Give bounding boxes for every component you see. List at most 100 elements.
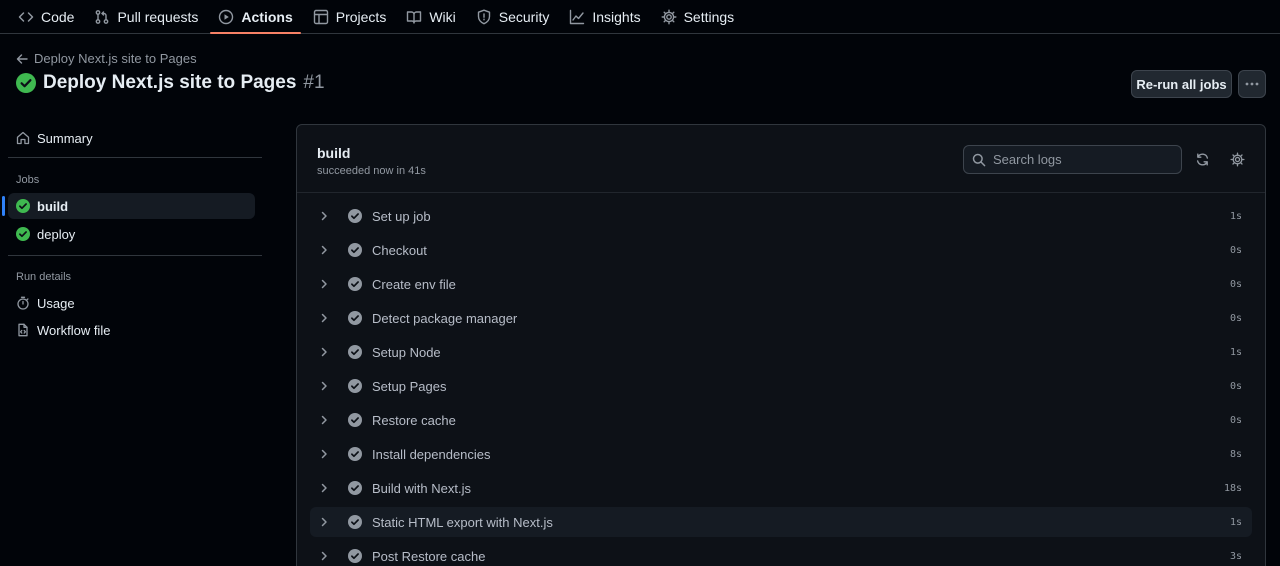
graph-icon — [570, 9, 585, 24]
sync-icon — [1196, 152, 1208, 166]
tab-actions[interactable]: Actions — [208, 0, 302, 34]
tab-pull-requests[interactable]: Pull requests — [84, 0, 208, 33]
tab-security-label: Security — [498, 8, 550, 25]
book-icon — [407, 10, 422, 24]
step-duration: 0s — [1229, 278, 1242, 290]
gear-icon — [661, 9, 677, 24]
file-code-icon — [18, 323, 28, 337]
sidebar-item-summary[interactable]: Summary — [8, 125, 255, 151]
check-circle-fill-icon — [16, 73, 36, 93]
git-pull-request-icon — [96, 9, 109, 24]
step-name: Setup Node — [372, 344, 441, 360]
step-duration: 0s — [1229, 380, 1242, 392]
sidebar-divider — [8, 255, 262, 256]
tab-actions-label: Actions — [241, 8, 293, 25]
chevron-right-icon — [321, 211, 327, 221]
search-icon — [972, 153, 986, 166]
step-row[interactable]: Setup Pages 0s — [310, 371, 1252, 401]
kebab-horizontal-icon — [1245, 82, 1259, 86]
sidebar-item-workflow-file[interactable]: Workflow file — [8, 317, 255, 343]
tab-code[interactable]: Code — [8, 0, 84, 33]
job-name: build — [317, 145, 351, 161]
chevron-right-icon — [321, 449, 327, 459]
step-row[interactable]: Create env file 0s — [310, 269, 1252, 299]
back-link[interactable]: Deploy Next.js site to Pages — [16, 51, 197, 66]
sidebar-item-label: build — [37, 198, 69, 214]
step-row[interactable]: Checkout 0s — [310, 235, 1252, 265]
step-duration: 8s — [1229, 448, 1242, 460]
step-row[interactable]: Restore cache 0s — [310, 405, 1252, 435]
step-duration: 1s — [1229, 346, 1242, 358]
check-circle-fill-icon — [348, 481, 362, 495]
step-row[interactable]: Post Restore cache 3s — [310, 541, 1252, 566]
rerun-all-jobs-button[interactable]: Re-run all jobs — [1131, 70, 1232, 98]
tab-code-label: Code — [41, 8, 75, 25]
step-duration: 3s — [1229, 550, 1242, 562]
tab-insights[interactable]: Insights — [559, 0, 650, 33]
step-duration: 18s — [1223, 482, 1242, 494]
run-title-text: Deploy Next.js site to Pages — [43, 72, 297, 93]
sidebar-divider — [8, 157, 262, 158]
chevron-right-icon — [321, 381, 327, 391]
chevron-right-icon — [321, 245, 327, 255]
check-circle-fill-icon — [348, 277, 362, 291]
step-row[interactable]: Detect package manager 0s — [310, 303, 1252, 333]
sidebar-item-label: Workflow file — [37, 322, 111, 338]
sidebar-item-label: deploy — [37, 226, 76, 242]
step-duration: 1s — [1229, 210, 1242, 222]
chevron-right-icon — [321, 347, 327, 357]
home-icon — [16, 131, 30, 145]
step-name: Static HTML export with Next.js — [372, 514, 553, 530]
chevron-right-icon — [321, 517, 327, 527]
step-duration: 1s — [1229, 516, 1242, 528]
check-circle-fill-icon — [348, 447, 362, 461]
tab-security[interactable]: Security — [466, 0, 560, 33]
job-status-text: succeeded now in 41s — [317, 165, 426, 177]
jobs-heading: Jobs — [16, 174, 40, 186]
play-icon — [219, 9, 234, 24]
step-name: Setup Pages — [372, 378, 447, 394]
step-row[interactable]: Setup Node 1s — [310, 337, 1252, 367]
step-name: Checkout — [372, 242, 427, 258]
sidebar-item-job-deploy[interactable]: deploy — [8, 221, 255, 247]
step-row[interactable]: Set up job 1s — [310, 201, 1252, 231]
tab-projects[interactable]: Projects — [303, 0, 397, 33]
check-circle-fill-icon — [348, 243, 362, 257]
sidebar-item-job-build[interactable]: build — [2, 193, 255, 219]
check-circle-fill-icon — [16, 199, 30, 213]
check-circle-fill-icon — [348, 345, 362, 359]
step-name: Post Restore cache — [372, 548, 486, 564]
step-name: Restore cache — [372, 412, 456, 428]
stopwatch-icon — [17, 296, 29, 310]
tab-wiki[interactable]: Wiki — [396, 0, 465, 33]
tab-wiki-label: Wiki — [429, 8, 456, 25]
arrow-left-icon — [16, 53, 28, 64]
tab-settings-label: Settings — [683, 8, 735, 25]
tab-settings[interactable]: Settings — [651, 0, 745, 33]
step-row[interactable]: Install dependencies 8s — [310, 439, 1252, 469]
check-circle-fill-icon — [348, 413, 362, 427]
chevron-right-icon — [321, 313, 327, 323]
sidebar-item-label: Summary — [37, 130, 93, 146]
log-settings-button[interactable] — [1227, 149, 1247, 169]
check-circle-fill-icon — [348, 209, 362, 223]
back-link-label: Deploy Next.js site to Pages — [34, 51, 197, 66]
step-name: Create env file — [372, 276, 456, 292]
step-name: Build with Next.js — [372, 480, 471, 496]
sidebar-item-usage[interactable]: Usage — [8, 290, 255, 316]
check-circle-fill-icon — [348, 515, 362, 529]
step-row[interactable]: Build with Next.js 18s — [310, 473, 1252, 503]
sidebar-item-label: Usage — [37, 295, 75, 311]
job-header: build succeeded now in 41s — [297, 125, 1265, 193]
search-logs-input[interactable] — [993, 152, 1181, 167]
search-logs-box[interactable] — [963, 145, 1182, 174]
refresh-button[interactable] — [1192, 149, 1212, 169]
chevron-right-icon — [321, 279, 327, 289]
gear-icon — [1229, 151, 1245, 167]
chevron-right-icon — [321, 483, 327, 493]
step-row[interactable]: Static HTML export with Next.js 1s — [310, 507, 1252, 537]
step-duration: 0s — [1229, 244, 1242, 256]
tab-pull-requests-label: Pull requests — [117, 8, 199, 25]
more-options-button[interactable] — [1238, 70, 1266, 98]
tab-insights-label: Insights — [592, 8, 641, 25]
